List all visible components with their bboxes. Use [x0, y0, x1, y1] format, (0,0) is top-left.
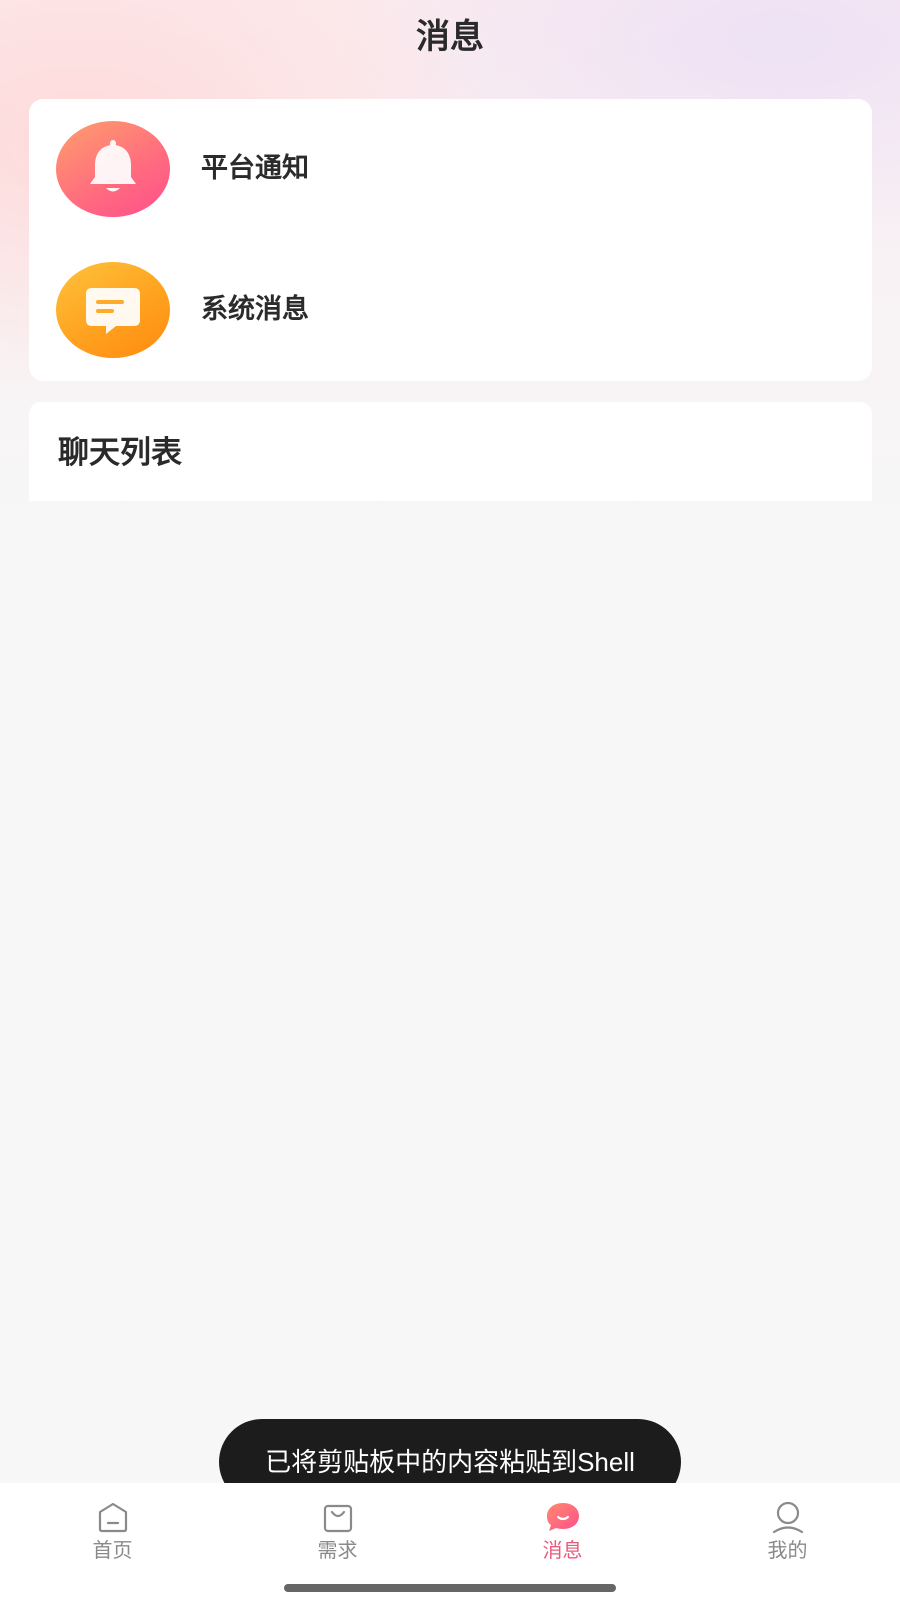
page-title: 消息: [416, 17, 484, 57]
tab-home[interactable]: 首页: [0, 1483, 225, 1583]
bell-icon: [56, 121, 170, 217]
home-indicator[interactable]: [284, 1584, 616, 1592]
user-icon: [772, 1501, 804, 1534]
tab-messages[interactable]: 消息: [450, 1483, 675, 1583]
message-icon: [56, 262, 170, 358]
tab-messages-label: 消息: [542, 1538, 583, 1562]
chat-list-section: 聊天列表: [29, 402, 872, 501]
home-icon: [98, 1502, 128, 1533]
tab-demand[interactable]: 需求: [225, 1483, 450, 1583]
tab-demand-label: 需求: [317, 1538, 358, 1562]
tab-home-label: 首页: [92, 1538, 133, 1562]
tab-profile[interactable]: 我的: [675, 1483, 900, 1583]
bag-icon: [323, 1504, 353, 1533]
platform-notice-item[interactable]: 平台通知: [29, 99, 872, 240]
tab-profile-label: 我的: [767, 1538, 808, 1562]
platform-notice-label: 平台通知: [201, 153, 309, 184]
bottom-tab-bar: 首页 需求 消息 我的: [0, 1483, 900, 1600]
notice-card: 平台通知 系统消息: [29, 99, 872, 381]
system-message-label: 系统消息: [201, 294, 309, 325]
chat-list-title: 聊天列表: [58, 435, 182, 471]
chat-bubble-icon: [547, 1503, 579, 1531]
system-message-item[interactable]: 系统消息: [29, 240, 872, 381]
